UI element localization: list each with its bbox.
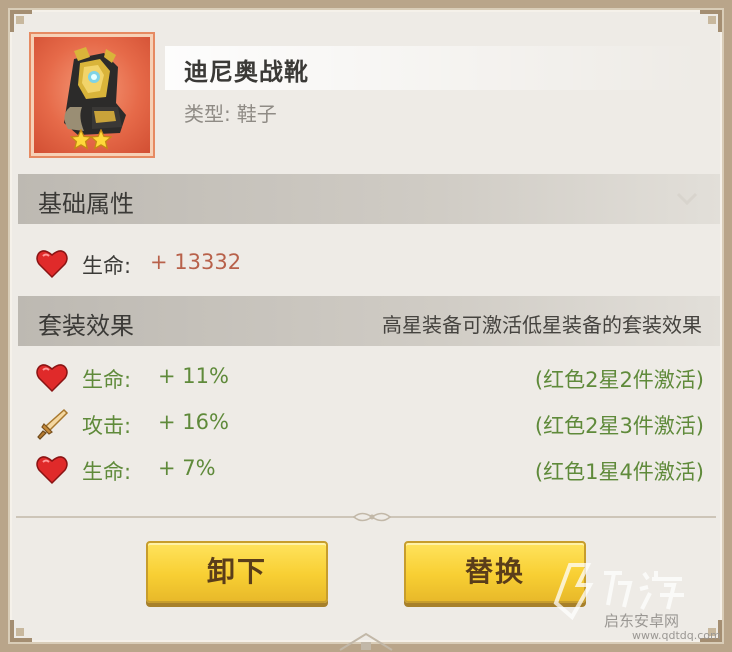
stat-row-hp: 生命: + 13332 bbox=[34, 246, 704, 282]
effect-value: + 7% bbox=[158, 456, 216, 480]
set-effect-row: 生命: + 11% (红色2星2件激活) bbox=[34, 360, 704, 396]
item-icon-frame[interactable] bbox=[29, 32, 155, 158]
effect-condition: (红色2星3件激活) bbox=[534, 414, 704, 438]
watermark: 启东安卓网 www.qdtdq.com bbox=[604, 610, 721, 642]
corner-ornament bbox=[8, 8, 34, 34]
heart-icon bbox=[34, 360, 70, 396]
watermark-text: 启东安卓网 bbox=[604, 612, 680, 630]
item-type: 类型: 鞋子 bbox=[184, 98, 283, 127]
item-type-value: 鞋子 bbox=[236, 102, 277, 126]
effect-name: 攻击: bbox=[82, 414, 132, 438]
stat-value: + 13332 bbox=[150, 250, 242, 274]
stat-name: 生命: bbox=[82, 254, 132, 278]
corner-ornament bbox=[698, 8, 724, 34]
set-effect-header: 套装效果 高星装备可激活低星装备的套装效果 bbox=[18, 296, 720, 346]
set-effect-row: 生命: + 7% (红色1星4件激活) bbox=[34, 452, 704, 488]
corner-ornament bbox=[8, 618, 34, 644]
item-type-label: 类型: bbox=[184, 102, 231, 126]
watermark-url: www.qdtdq.com bbox=[632, 629, 721, 642]
section-title: 基础属性 bbox=[38, 190, 134, 218]
effect-value: + 11% bbox=[158, 364, 229, 388]
divider bbox=[16, 512, 716, 522]
effect-condition: (红色2星2件激活) bbox=[534, 368, 704, 392]
star-icon bbox=[90, 129, 112, 151]
sword-icon bbox=[34, 406, 70, 442]
item-name: 迪尼奥战靴 bbox=[184, 58, 309, 86]
section-title: 套装效果 bbox=[38, 312, 134, 340]
set-effect-hint: 高星装备可激活低星装备的套装效果 bbox=[382, 313, 702, 337]
effect-condition: (红色1星4件激活) bbox=[534, 460, 704, 484]
effect-name: 生命: bbox=[82, 460, 132, 484]
star-icon bbox=[70, 129, 92, 151]
divider-ornament-icon bbox=[352, 512, 392, 522]
heart-icon bbox=[34, 452, 70, 488]
set-effect-row: 攻击: + 16% (红色2星3件激活) bbox=[34, 406, 704, 442]
chevron-down-icon bbox=[676, 192, 698, 206]
unequip-button[interactable]: 卸下 bbox=[146, 541, 328, 603]
effect-name: 生命: bbox=[82, 368, 132, 392]
heart-icon bbox=[34, 246, 70, 282]
effect-value: + 16% bbox=[158, 410, 229, 434]
bottom-ornament-icon bbox=[339, 632, 393, 651]
base-attributes-header: 基础属性 bbox=[18, 174, 720, 224]
